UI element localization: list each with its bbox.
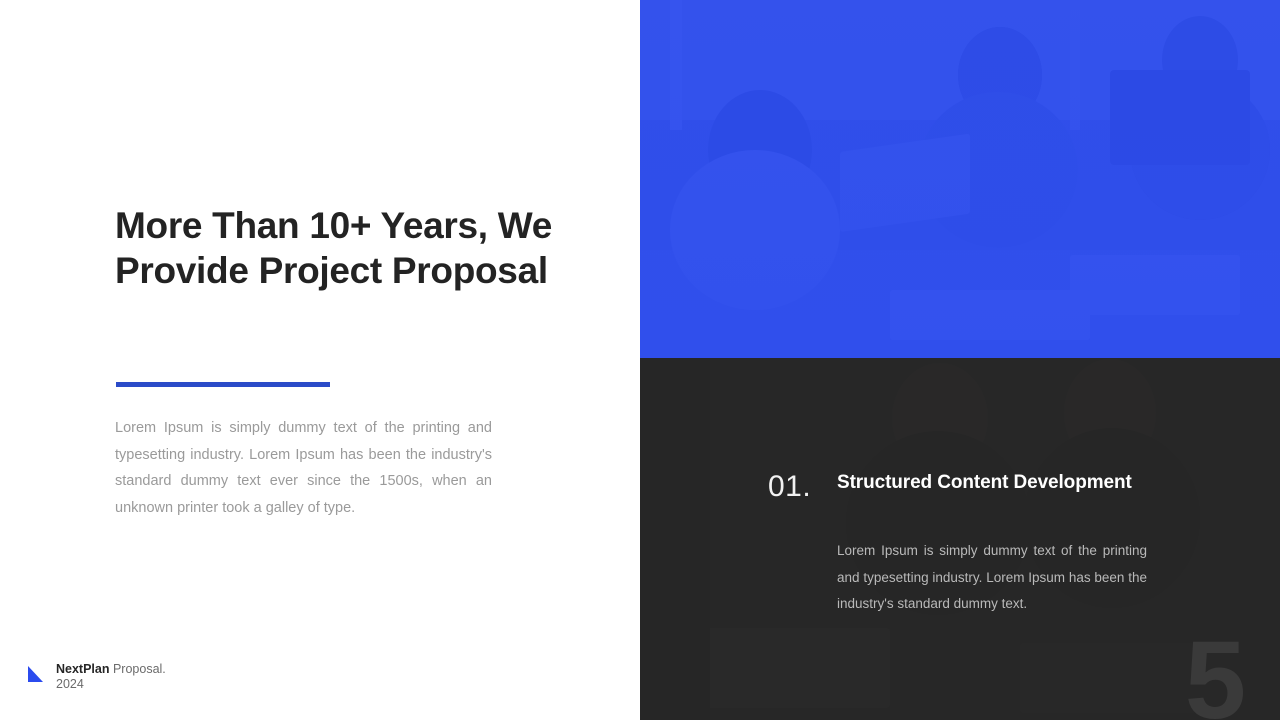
blue-highlight-panel: Developing a trust relationship with con…: [640, 0, 1280, 358]
feature-item-number: 01.: [768, 470, 812, 503]
feature-item-body: Lorem Ipsum is simply dummy text of the …: [837, 543, 1147, 611]
intro-paragraph: Lorem Ipsum is simply dummy text of the …: [115, 420, 492, 516]
title-accent-rule: [116, 382, 330, 387]
footer-text: NextPlan Proposal. 2024: [56, 662, 186, 692]
brand-name: NextPlan: [56, 662, 110, 676]
presentation-slide: More Than 10+ Years, We Provide Project …: [0, 0, 1280, 720]
slide-number-watermark: 5: [1184, 619, 1246, 720]
page-title: More Than 10+ Years, We Provide Project …: [115, 205, 552, 291]
feature-item-title: Structured Content Development: [837, 472, 1132, 493]
nextplan-logo-icon: [28, 666, 43, 682]
footer-branding: NextPlan Proposal. 2024: [26, 662, 186, 692]
blue-overlay: [640, 0, 1280, 358]
left-content-panel: More Than 10+ Years, We Provide Project …: [0, 0, 640, 720]
